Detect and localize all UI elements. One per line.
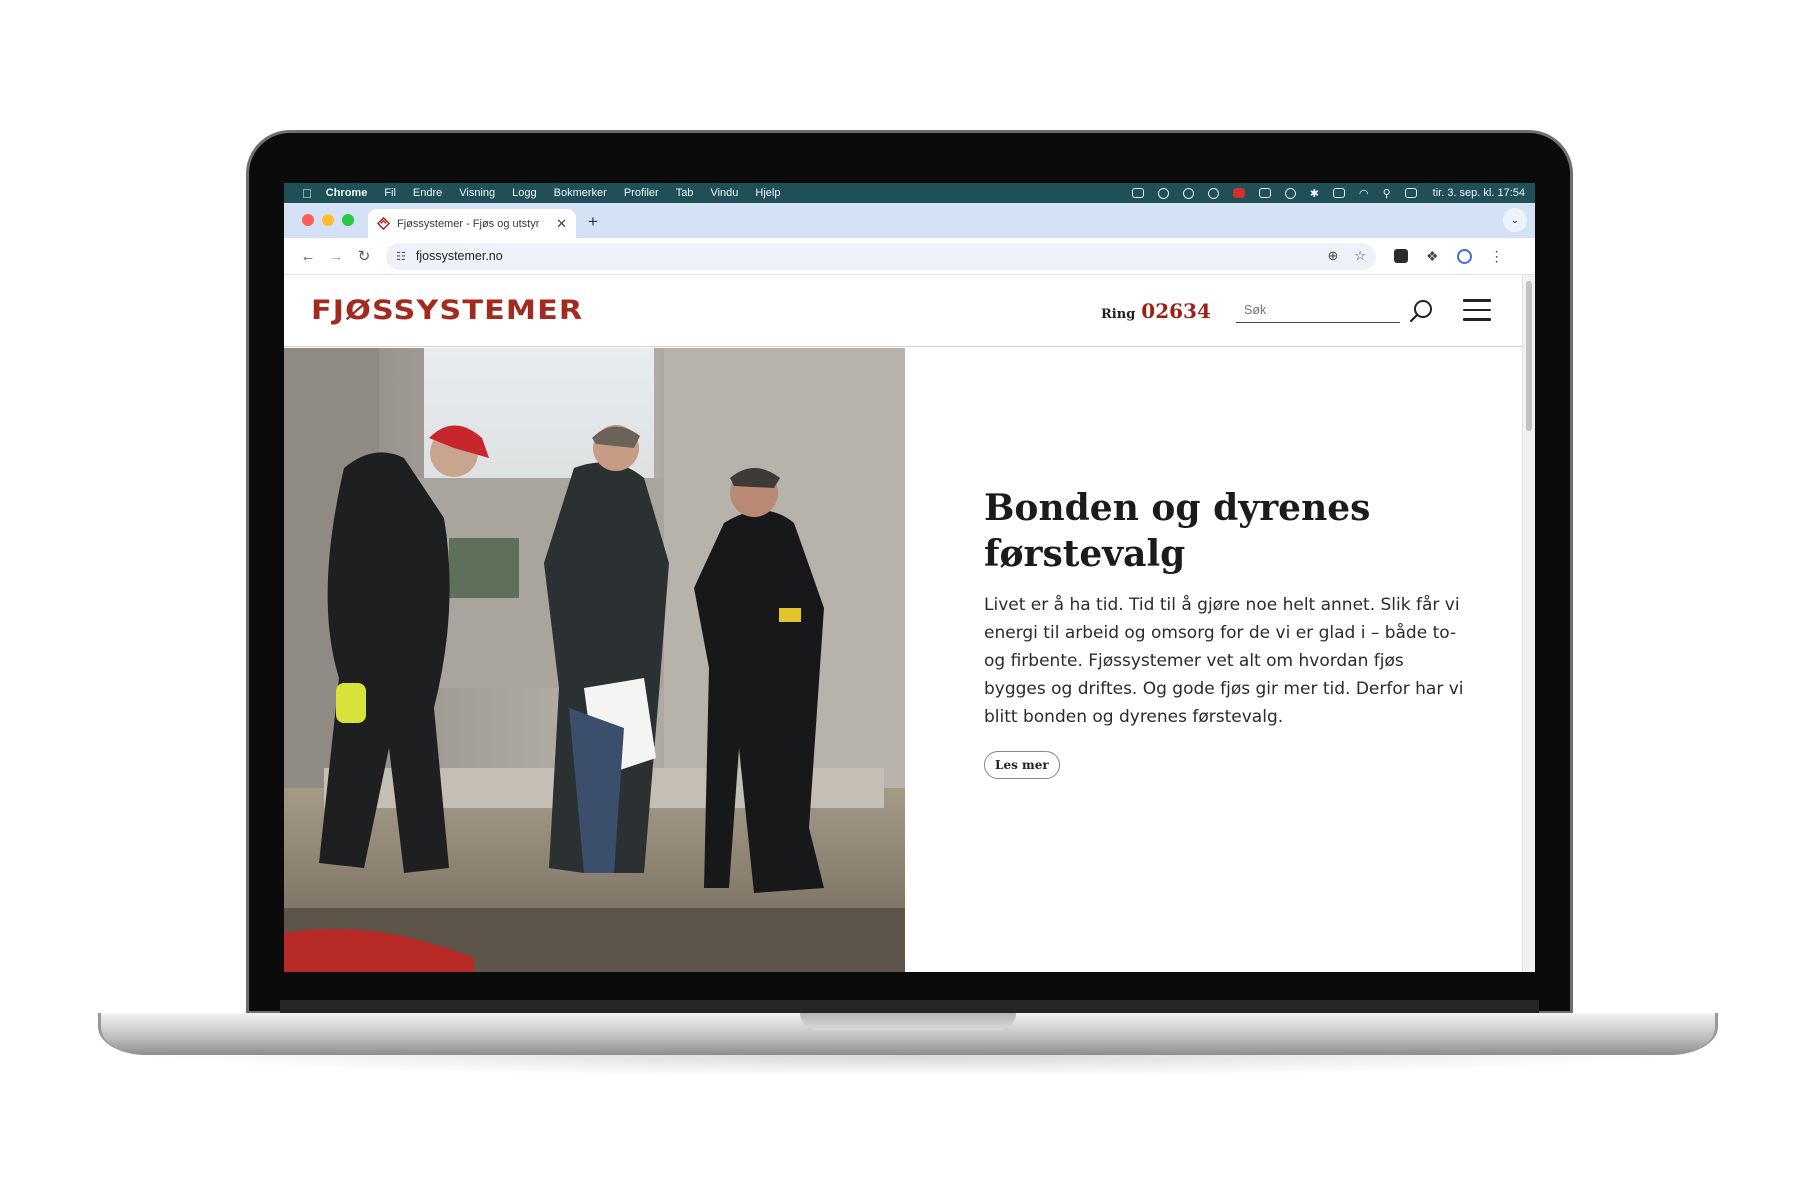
menu-profiler[interactable]: Profiler [624, 187, 659, 199]
site-logo[interactable]: FJØSSYSTEMER [311, 295, 583, 326]
play-icon[interactable] [1284, 187, 1296, 199]
zoom-icon[interactable]: ⊕ [1327, 248, 1338, 264]
ring-number[interactable]: 02634 [1141, 299, 1211, 323]
search-input[interactable] [1236, 297, 1400, 323]
scrollbar-thumb[interactable] [1526, 281, 1532, 431]
laptop-shadow [130, 1055, 1686, 1077]
hamburger-menu-icon[interactable] [1463, 299, 1491, 321]
vpn-icon[interactable] [1182, 187, 1194, 199]
menu-fil[interactable]: Fil [384, 187, 396, 199]
site-settings-icon[interactable]: ☷ [396, 250, 406, 263]
minimize-window-button[interactable] [322, 214, 334, 226]
ring-label: Ring [1101, 307, 1136, 322]
hero-text: Bonden og dyrenes førstevalg Livet er å … [984, 485, 1464, 779]
site-favicon-icon [377, 217, 390, 230]
close-window-button[interactable] [302, 214, 314, 226]
menu-bokmerker[interactable]: Bokmerker [554, 187, 607, 199]
menu-hjelp[interactable]: Hjelp [755, 187, 780, 199]
page-scrollbar[interactable] [1522, 275, 1535, 972]
menu-visning[interactable]: Visning [459, 187, 495, 199]
font-extension-icon[interactable] [1394, 249, 1408, 263]
window-controls [284, 214, 368, 238]
site-header: FJØSSYSTEMER Ring 02634 [284, 275, 1522, 347]
browser-toolbar: ← → ↻ ☷ fjossystemer.no ⊕ ☆ ❖ ⋮ [284, 238, 1535, 275]
cloud-sync-icon[interactable] [1258, 188, 1271, 198]
menu-logg[interactable]: Logg [512, 187, 536, 199]
hero-body-text: Livet er å ha tid. Tid til å gjøre noe h… [984, 595, 1464, 727]
toolbar-actions: ❖ ⋮ [1394, 248, 1504, 265]
more-icon[interactable]: ⋮ [1490, 248, 1504, 265]
display-icon[interactable] [1131, 188, 1144, 198]
menu-app-name[interactable]: Chrome [326, 187, 368, 199]
fullscreen-window-button[interactable] [342, 214, 354, 226]
profile-icon[interactable] [1456, 248, 1472, 264]
laptop-notch [800, 1013, 1016, 1030]
apple-icon[interactable]:  [302, 186, 312, 201]
back-icon[interactable]: ← [294, 248, 322, 265]
bluetooth-icon[interactable]: ✱ [1310, 187, 1319, 200]
app-status-icon[interactable] [1232, 188, 1245, 198]
mac-menubar:  Chrome Fil Endre Visning Logg Bokmerke… [284, 183, 1535, 203]
tab-search-icon[interactable]: ⌄ [1503, 208, 1527, 232]
spotlight-icon[interactable]: ⚲ [1383, 187, 1391, 200]
webpage: FJØSSYSTEMER Ring 02634 Søk Bonden og dy… [284, 275, 1535, 972]
control-center-icon[interactable] [1404, 188, 1417, 198]
menu-tab[interactable]: Tab [676, 187, 694, 199]
forward-icon[interactable]: → [322, 248, 350, 265]
url-text[interactable]: fjossystemer.no [416, 249, 1312, 263]
star-icon[interactable]: ☆ [1354, 248, 1366, 264]
browser-tab-active[interactable]: Fjøssystemer - Fjøs og utstyr ✕ [368, 209, 576, 238]
password-manager-icon[interactable] [1207, 187, 1219, 199]
tab-strip: Fjøssystemer - Fjøs og utstyr ✕ + ⌄ [284, 203, 1535, 238]
menu-endre[interactable]: Endre [413, 187, 442, 199]
search-icon[interactable] [1406, 297, 1436, 327]
phone-contact[interactable]: Ring 02634 [1101, 299, 1211, 323]
new-tab-button[interactable]: + [588, 212, 598, 232]
laptop-screen:  Chrome Fil Endre Visning Logg Bokmerke… [284, 183, 1535, 972]
menu-vindu[interactable]: Vindu [710, 187, 738, 199]
reload-icon[interactable]: ↻ [350, 247, 378, 265]
menubar-clock[interactable]: tir. 3. sep. kl. 17:54 [1433, 187, 1525, 199]
les-mer-button[interactable]: Les mer [984, 751, 1060, 779]
close-tab-icon[interactable]: ✕ [556, 216, 567, 232]
laptop-hinge [280, 1000, 1539, 1014]
address-bar[interactable]: ☷ fjossystemer.no ⊕ ☆ [386, 242, 1376, 270]
tab-title: Fjøssystemer - Fjøs og utstyr [397, 217, 540, 230]
extensions-icon[interactable]: ❖ [1426, 248, 1439, 265]
hero-photo [284, 348, 905, 972]
battery-icon[interactable] [1332, 188, 1345, 198]
creative-cloud-icon[interactable] [1157, 187, 1169, 199]
status-area: ✱ ◠ ⚲ tir. 3. sep. kl. 17:54 [1131, 187, 1525, 200]
hero-title-line-1: Bonden og dyrenes [984, 487, 1371, 529]
wifi-icon[interactable]: ◠ [1359, 187, 1369, 200]
hero-title: Bonden og dyrenes førstevalg [984, 485, 1464, 577]
hero-title-line-2: førstevalg [984, 533, 1186, 575]
